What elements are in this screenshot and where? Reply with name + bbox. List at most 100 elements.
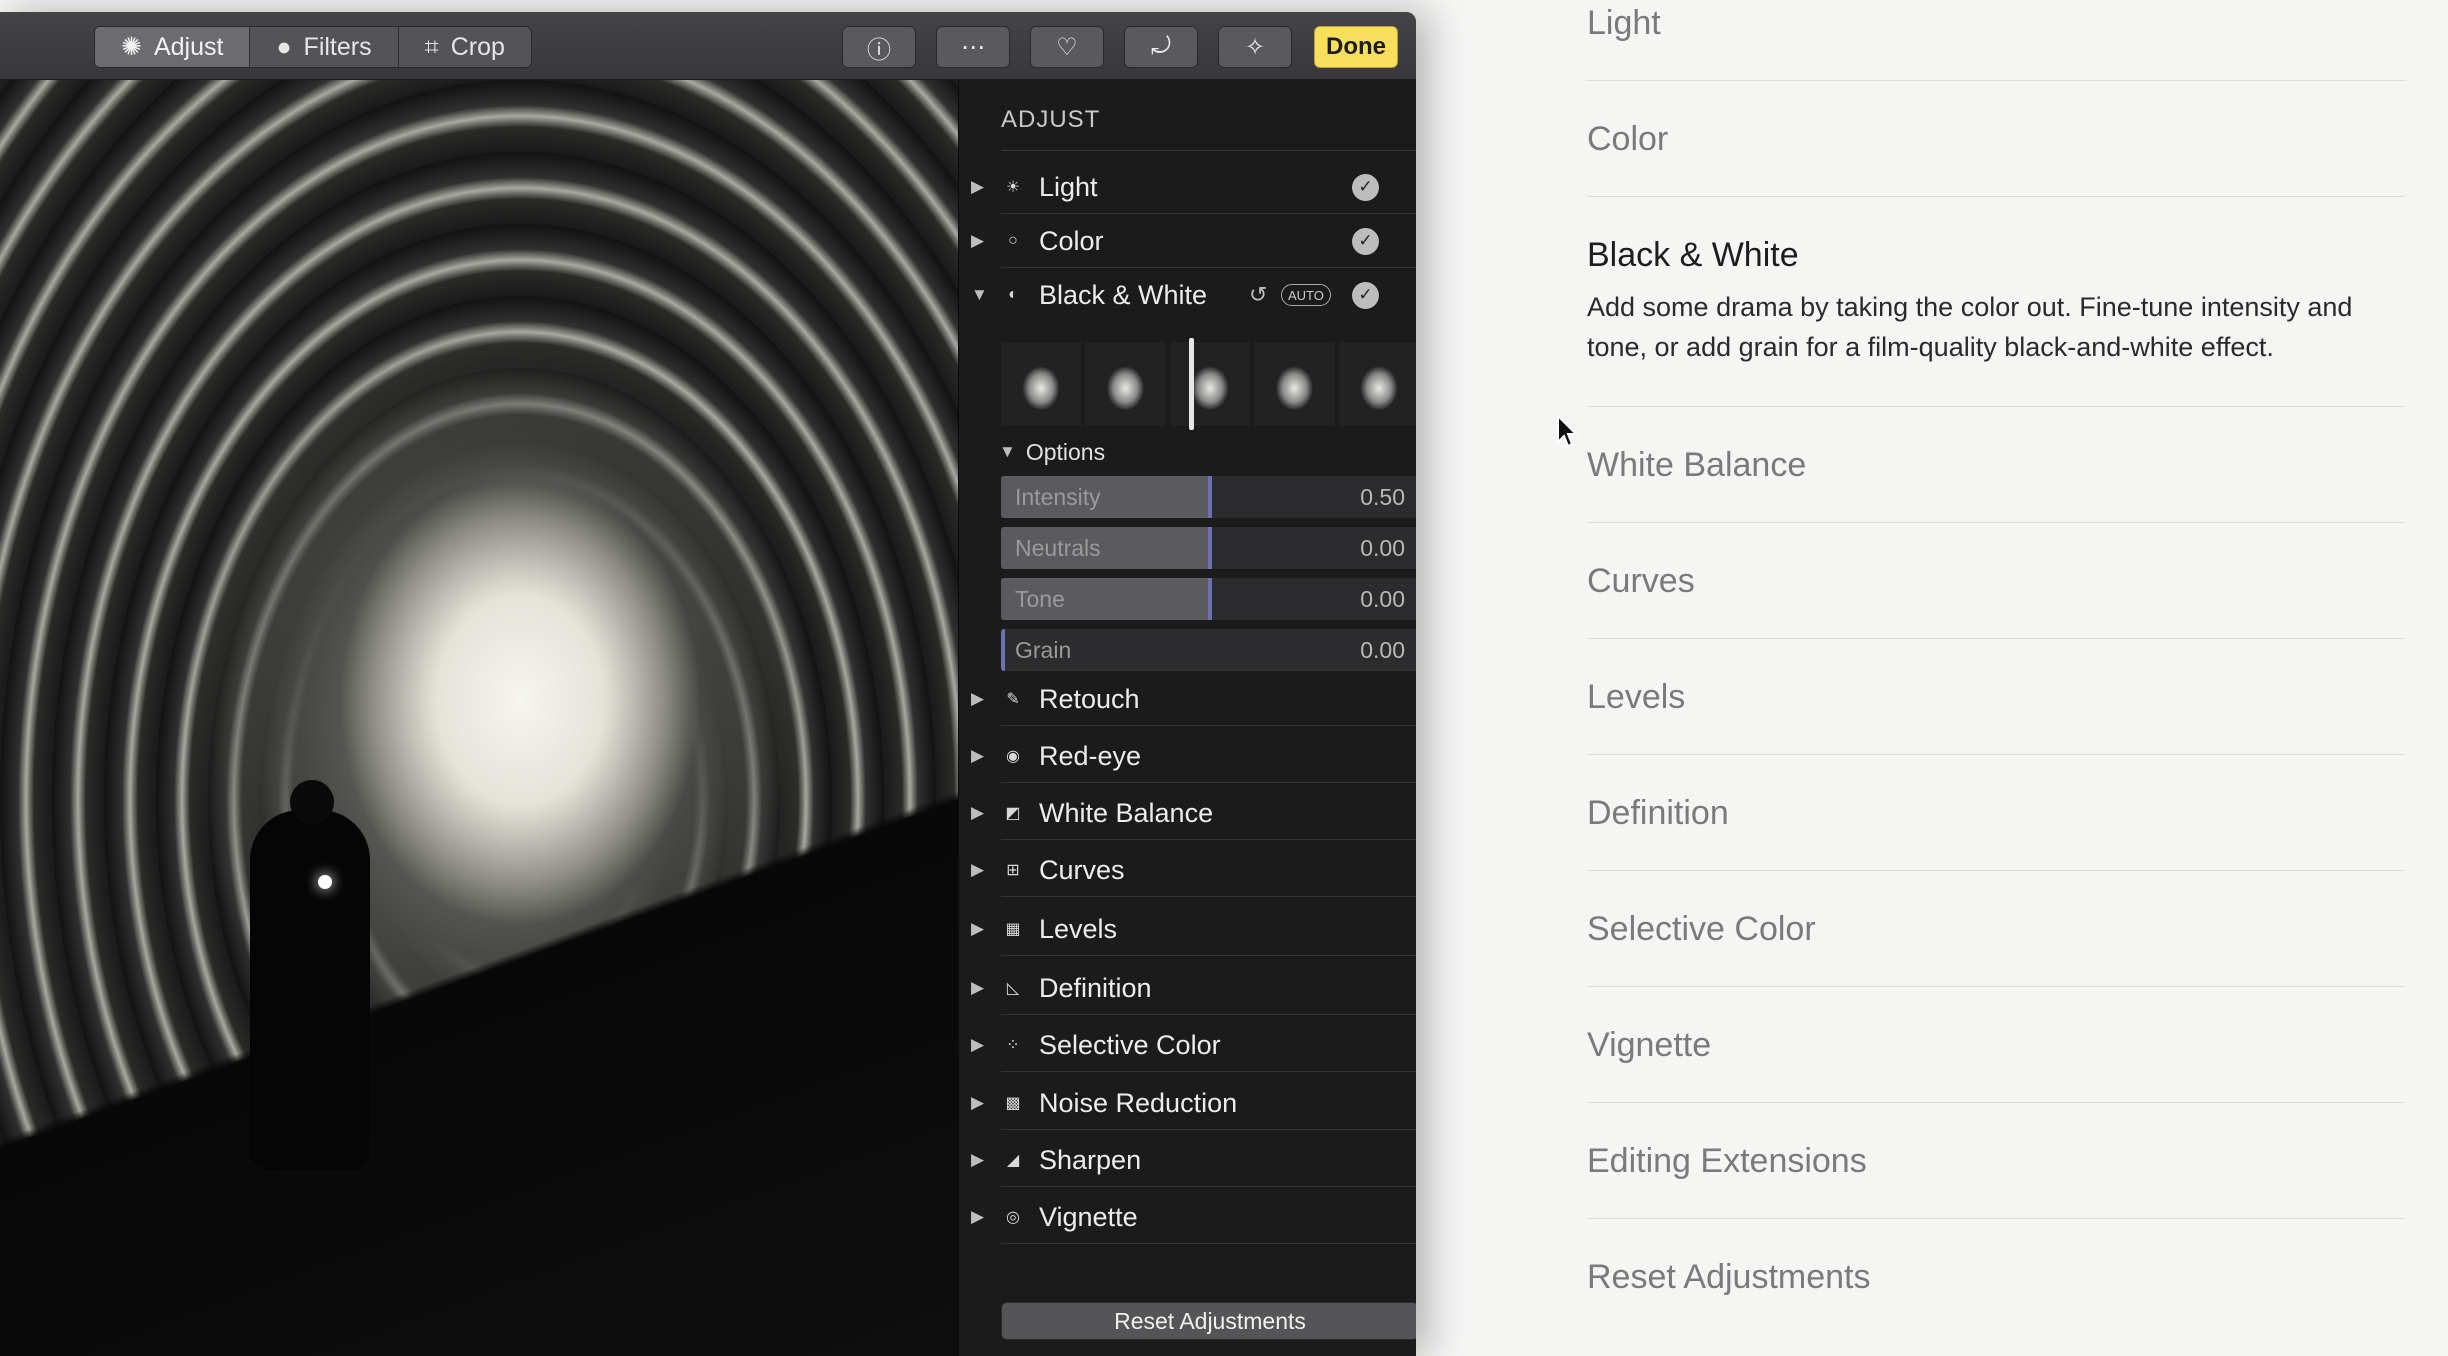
divider	[1001, 1014, 1416, 1015]
info-icon: ⓘ	[867, 36, 891, 64]
disclosure-triangle-icon[interactable]: ▶	[971, 919, 984, 939]
options-label: Options	[1025, 438, 1106, 465]
more-extensions-button[interactable]: ⋯	[936, 26, 1010, 68]
adjust-section-sharpen[interactable]: ▶ ◢ Sharpen	[959, 1133, 1416, 1187]
disclosure-triangle-icon[interactable]: ▶	[971, 231, 984, 251]
section-label: Vignette	[1039, 1201, 1138, 1232]
adjust-section-white-balance[interactable]: ▶ ◩ White Balance	[959, 786, 1416, 840]
tone-slider[interactable]: Tone 0.00	[1001, 578, 1416, 620]
help-heading: Selective Color	[1587, 910, 1816, 948]
disclosure-triangle-icon[interactable]: ▶	[971, 1207, 984, 1227]
divider	[1001, 782, 1416, 783]
thumbnail-strip-handle[interactable]	[1189, 338, 1194, 430]
slider-value: 0.00	[1360, 637, 1405, 663]
disclosure-triangle-icon[interactable]: ▶	[971, 978, 984, 998]
help-item-light[interactable]: Light	[1587, 4, 2405, 43]
adjust-section-red-eye[interactable]: ▶ ◉ Red-eye	[959, 729, 1416, 783]
favorite-button[interactable]: ♡	[1030, 26, 1104, 68]
tab-adjust[interactable]: ✺ Adjust	[95, 27, 250, 67]
photo-canvas[interactable]	[0, 80, 958, 1356]
section-label: Sharpen	[1039, 1144, 1142, 1175]
rotate-button[interactable]: ⤾	[1124, 26, 1198, 68]
checkmark-icon[interactable]: ✓	[1352, 173, 1379, 201]
info-button[interactable]: ⓘ	[842, 26, 916, 68]
help-item-white-balance[interactable]: White Balance	[1587, 446, 2405, 485]
filters-icon: ●	[276, 32, 292, 61]
disclosure-triangle-icon[interactable]: ▼	[999, 442, 1016, 462]
adjust-section-curves[interactable]: ▶ ⊞ Curves	[959, 843, 1416, 897]
slider-marker[interactable]	[1208, 476, 1212, 518]
eye-icon: ◉	[1006, 748, 1020, 765]
bw-thumbnail[interactable]	[1085, 342, 1166, 426]
help-item-definition[interactable]: Definition	[1587, 794, 2405, 833]
help-heading: Levels	[1587, 678, 1686, 716]
disclosure-triangle-icon[interactable]: ▶	[971, 1035, 984, 1055]
slider-value: 0.00	[1360, 535, 1405, 561]
help-item-editing-extensions[interactable]: Editing Extensions	[1587, 1142, 2405, 1181]
panel-title: ADJUST	[1001, 106, 1101, 133]
disclosure-triangle-icon[interactable]: ▶	[971, 1093, 984, 1113]
help-item-curves[interactable]: Curves	[1587, 562, 2405, 601]
adjust-section-retouch[interactable]: ▶ ✎ Retouch	[959, 672, 1416, 726]
disclosure-triangle-icon[interactable]: ▶	[971, 860, 984, 880]
bw-thumbnail[interactable]	[1338, 342, 1416, 426]
divider	[1587, 1102, 2405, 1103]
auto-button[interactable]: AUTO	[1281, 284, 1331, 306]
slider-marker[interactable]	[1001, 629, 1005, 671]
divider	[1587, 1218, 2405, 1219]
tab-filters[interactable]: ● Filters	[249, 27, 397, 67]
help-item-vignette[interactable]: Vignette	[1587, 1026, 2405, 1065]
bw-thumbnail[interactable]	[1254, 342, 1335, 426]
slider-marker[interactable]	[1208, 578, 1212, 620]
disclosure-triangle-icon[interactable]: ▶	[971, 177, 984, 197]
help-item-black-white[interactable]: Black & White Add some drama by taking t…	[1587, 236, 2405, 367]
slider-name: Grain	[1015, 637, 1072, 663]
divider	[1587, 638, 2405, 639]
neutrals-slider[interactable]: Neutrals 0.00	[1001, 527, 1416, 569]
slider-marker[interactable]	[1208, 527, 1212, 569]
section-label: Selective Color	[1039, 1029, 1221, 1060]
curves-icon: ⊞	[1006, 862, 1020, 879]
bw-thumbnail[interactable]	[1001, 342, 1082, 426]
bw-thumbnail[interactable]	[1169, 342, 1251, 426]
disclosure-triangle-icon[interactable]: ▼	[971, 285, 988, 305]
help-heading: White Balance	[1587, 446, 1807, 484]
help-heading: Curves	[1587, 562, 1695, 600]
photo-headlamp	[318, 875, 332, 889]
black-white-thumbnail-strip[interactable]	[1001, 342, 1416, 426]
disclosure-triangle-icon[interactable]: ▶	[971, 1150, 984, 1170]
help-item-color[interactable]: Color	[1587, 120, 2405, 159]
done-button[interactable]: Done	[1314, 26, 1398, 68]
options-disclosure[interactable]: ▼ Options	[999, 432, 1105, 472]
disclosure-triangle-icon[interactable]: ▶	[971, 803, 984, 823]
help-item-levels[interactable]: Levels	[1587, 678, 2405, 717]
adjust-section-black-white[interactable]: ▼ ◐ Black & White ↺ AUTO ✓	[959, 268, 1416, 322]
help-item-reset-adjustments[interactable]: Reset Adjustments	[1587, 1258, 2405, 1297]
adjust-section-selective-color[interactable]: ▶ ⁘ Selective Color	[959, 1018, 1416, 1072]
help-item-selective-color[interactable]: Selective Color	[1587, 910, 2405, 949]
enhance-button[interactable]: ✧	[1218, 26, 1292, 68]
section-label: Noise Reduction	[1039, 1087, 1238, 1118]
adjust-section-levels[interactable]: ▶ ▦ Levels	[959, 902, 1416, 956]
grain-slider[interactable]: Grain 0.00	[1001, 629, 1416, 671]
section-label: White Balance	[1039, 797, 1214, 828]
intensity-slider[interactable]: Intensity 0.50	[1001, 476, 1416, 518]
slider-value: 0.50	[1360, 484, 1405, 510]
photos-editor-window: ✺ Adjust ● Filters ⌗ Crop ⓘ ⋯ ♡ ⤾ ✧ Done…	[0, 12, 1416, 1356]
adjust-section-vignette[interactable]: ▶ ◎ Vignette	[959, 1190, 1416, 1244]
divider	[1587, 522, 2405, 523]
undo-icon[interactable]: ↺	[1249, 282, 1267, 308]
divider	[1001, 725, 1416, 726]
tab-crop[interactable]: ⌗ Crop	[397, 27, 531, 67]
reset-adjustments-button[interactable]: Reset Adjustments	[1001, 1302, 1416, 1340]
disclosure-triangle-icon[interactable]: ▶	[971, 689, 984, 709]
disclosure-triangle-icon[interactable]: ▶	[971, 746, 984, 766]
adjust-section-noise-reduction[interactable]: ▶ ▩ Noise Reduction	[959, 1076, 1416, 1130]
checkmark-icon[interactable]: ✓	[1352, 227, 1379, 255]
divider	[1587, 870, 2405, 871]
adjust-section-light[interactable]: ▶ ☀ Light ✓	[959, 160, 1416, 214]
adjust-section-color[interactable]: ▶ ○ Color ✓	[959, 214, 1416, 268]
checkmark-icon[interactable]: ✓	[1352, 281, 1379, 309]
adjust-section-definition[interactable]: ▶ ◺ Definition	[959, 961, 1416, 1015]
photo-climber-head	[290, 780, 334, 824]
